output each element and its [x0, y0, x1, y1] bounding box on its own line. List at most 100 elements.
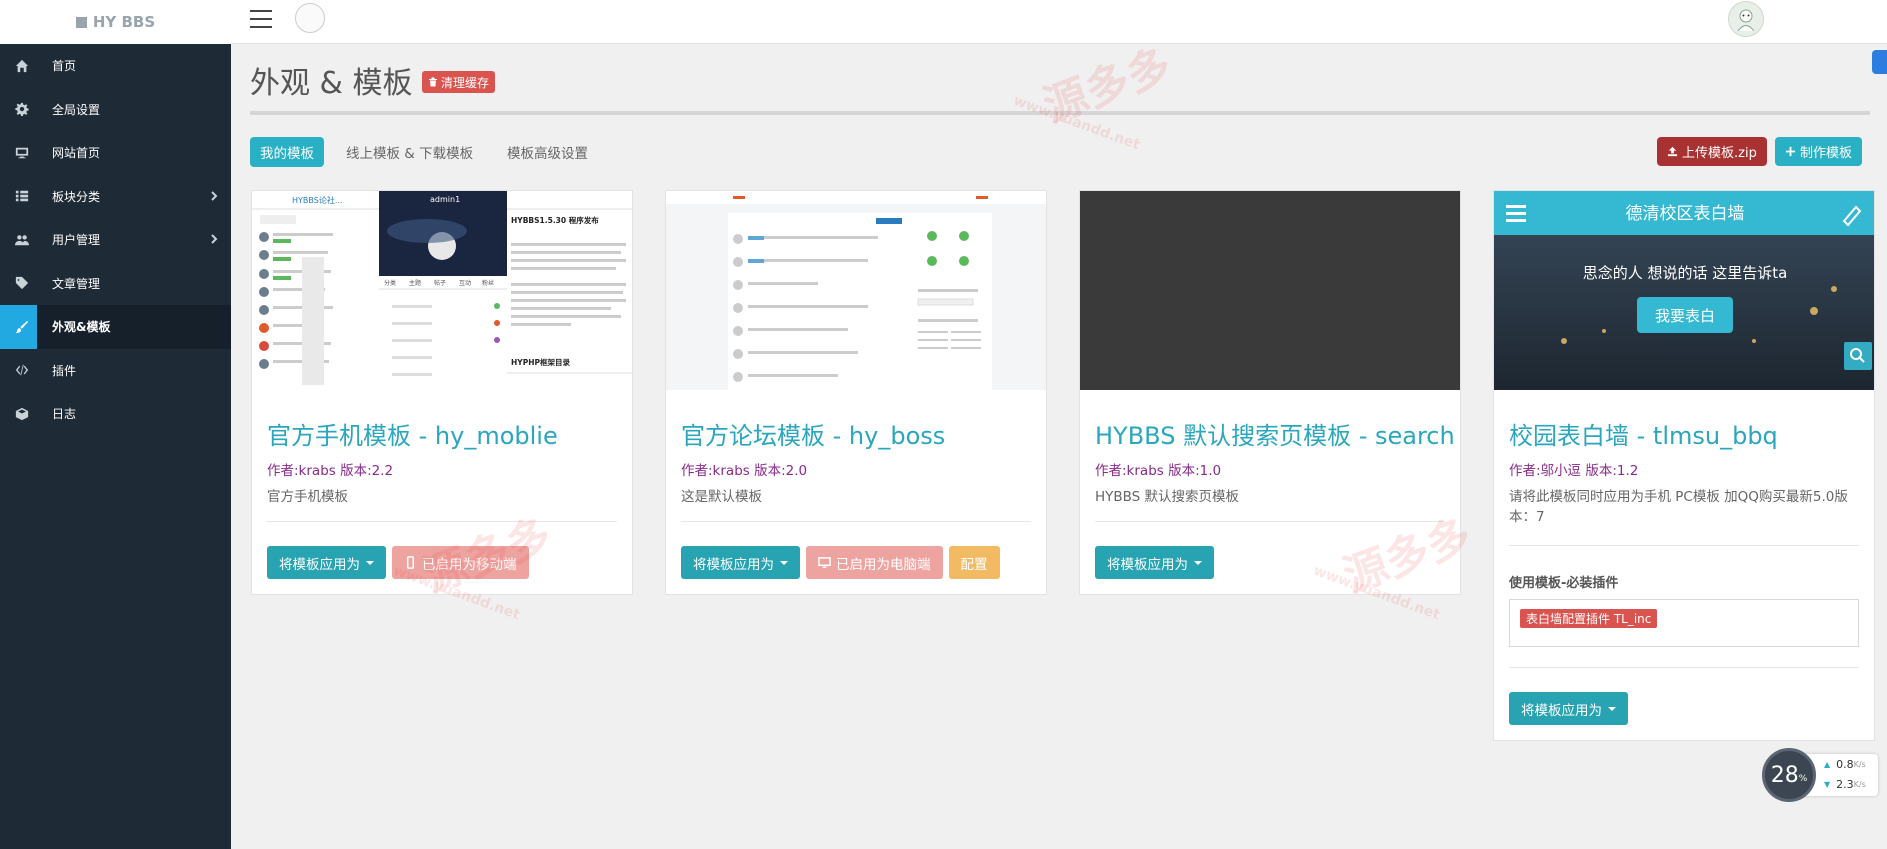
upload-arrow-icon: ▲ — [1824, 759, 1831, 769]
divider — [1509, 545, 1859, 546]
enabled-desktop-badge[interactable]: 已启用为电脑端 — [806, 546, 943, 579]
template-title[interactable]: 官方手机模板 - hy_moblie — [267, 416, 617, 451]
sidebar-item-label: 网站首页 — [52, 146, 101, 161]
chevron-right-icon — [209, 190, 221, 202]
template-card: 官方论坛模板 - hy_boss 作者:krabs 版本:2.0 这是默认模板 … — [665, 190, 1047, 595]
apply-template-dropdown[interactable]: 将模板应用为 — [267, 546, 386, 579]
enabled-mobile-badge[interactable]: 已启用为移动端 — [392, 546, 529, 579]
gear-icon — [12, 102, 32, 117]
plus-icon — [1785, 146, 1796, 157]
home-icon — [12, 59, 32, 73]
caret-down-icon — [1194, 560, 1202, 565]
sidebar-item-categories[interactable]: 板块分类 — [0, 175, 231, 219]
sidebar-item-appearance[interactable]: 外观&模板 — [0, 305, 231, 349]
template-title[interactable]: HYBBS 默认搜索页模板 - search — [1095, 416, 1455, 451]
side-float-button[interactable] — [1872, 50, 1887, 74]
sidebar-item-site-home[interactable]: 网站首页 — [0, 131, 231, 175]
sidebar-item-home[interactable]: 首页 — [0, 44, 231, 88]
apply-template-label: 将模板应用为 — [693, 556, 774, 573]
divider — [250, 111, 1870, 115]
thumb-mobile-tab: 帖子 — [434, 279, 446, 287]
download-speed: 2.3 — [1836, 777, 1854, 791]
page-title: 外观 & 模板 — [250, 66, 413, 101]
sidebar: 首页 全局设置 网站首页 板块分类 用户管理 文章管理 外观&模板 插件 日志 — [0, 44, 231, 849]
desktop-icon — [818, 557, 831, 568]
sidebar-item-articles[interactable]: 文章管理 — [0, 262, 231, 306]
template-card: 德清校区表白墙 思念的人 想说的话 这里告诉ta 我要表白 校园表白墙 - tl… — [1493, 190, 1875, 741]
sidebar-item-global-settings[interactable]: 全局设置 — [0, 88, 231, 132]
thumb-mobile-tab: 粉丝 — [482, 279, 494, 287]
menu-toggle-icon[interactable] — [250, 8, 272, 30]
users-icon — [12, 233, 32, 247]
sidebar-item-users[interactable]: 用户管理 — [0, 218, 231, 262]
template-preview-image — [666, 191, 1046, 390]
template-description: HYBBS 默认搜索页模板 — [1095, 489, 1240, 505]
template-title[interactable]: 官方论坛模板 - hy_boss — [681, 416, 1031, 451]
chevron-right-icon — [209, 233, 221, 245]
template-card: HYBBS论社... admin1 分类 主题 帖子 互动 粉丝 HYBBS1.… — [251, 190, 633, 595]
caret-down-icon — [366, 560, 374, 565]
cube-icon — [12, 407, 32, 421]
config-button[interactable]: 配置 — [948, 546, 1000, 579]
plugin-tag[interactable]: 表白墙配置插件 TL_inc — [1520, 609, 1658, 628]
top-circle-button[interactable] — [295, 3, 325, 33]
required-plugins-box: 表白墙配置插件 TL_inc — [1509, 599, 1859, 647]
sidebar-item-label: 日志 — [52, 407, 77, 422]
caret-down-icon — [780, 560, 788, 565]
watermark-url: www.yuandd.net — [1011, 92, 1142, 154]
apply-template-label: 将模板应用为 — [1107, 556, 1188, 573]
preview-header: 德清校区表白墙 — [1626, 204, 1745, 224]
tab-my-templates[interactable]: 我的模板 — [250, 137, 324, 167]
make-template-label: 制作模板 — [1800, 146, 1853, 161]
sidebar-item-plugins[interactable]: 插件 — [0, 349, 231, 393]
template-card: HYBBS 默认搜索页模板 - search 作者:krabs 版本:1.0 H… — [1079, 190, 1461, 595]
preview-slogan: 思念的人 想说的话 这里告诉ta — [1583, 264, 1788, 282]
thumb-mobile-post: HYBBS1.5.30 程序发布 — [511, 215, 599, 225]
code-icon — [12, 363, 32, 377]
template-preview-image: 德清校区表白墙 思念的人 想说的话 这里告诉ta 我要表白 — [1494, 191, 1874, 390]
tag-icon — [12, 276, 32, 290]
brush-icon — [12, 320, 32, 334]
sidebar-item-label: 全局设置 — [52, 102, 101, 117]
thumb-mobile-toc: HYPHP框架目录 — [511, 357, 570, 367]
caret-down-icon — [1608, 706, 1616, 711]
apply-template-dropdown[interactable]: 将模板应用为 — [1509, 692, 1628, 725]
sidebar-item-logs[interactable]: 日志 — [0, 392, 231, 436]
speed-percent: 28% — [1762, 748, 1816, 802]
preview-button: 我要表白 — [1655, 307, 1715, 325]
template-description: 请将此模板同时应用为手机 PC模板 加QQ购买最新5.0版本：7 — [1509, 489, 1848, 525]
list-icon — [12, 189, 32, 203]
brand-icon — [75, 16, 87, 28]
template-meta: 作者:krabs 版本:2.2 — [267, 463, 394, 479]
template-meta: 作者:邬小逗 版本:1.2 — [1509, 463, 1639, 479]
apply-template-label: 将模板应用为 — [1521, 702, 1602, 719]
upload-template-button[interactable]: 上传模板.zip — [1657, 137, 1767, 166]
brand-name: HY BBS — [92, 13, 156, 31]
top-bar: HY BBS — [0, 0, 1887, 44]
apply-template-label: 将模板应用为 — [279, 556, 360, 573]
make-template-button[interactable]: 制作模板 — [1775, 137, 1863, 166]
template-title[interactable]: 校园表白墙 - tlmsu_bbq — [1509, 416, 1859, 451]
avatar[interactable] — [1728, 1, 1764, 37]
trash-icon — [429, 77, 437, 87]
tab-advanced-settings[interactable]: 模板高级设置 — [507, 137, 588, 167]
mobile-icon — [406, 556, 415, 569]
sidebar-item-label: 插件 — [52, 363, 77, 378]
upload-icon — [1667, 146, 1678, 157]
network-speed-widget[interactable]: 28% ▲ 0.8 K/s ▼ 2.3 K/s — [1762, 748, 1878, 802]
apply-template-dropdown[interactable]: 将模板应用为 — [1095, 546, 1214, 579]
upload-speed: 0.8 — [1836, 757, 1854, 771]
apply-template-dropdown[interactable]: 将模板应用为 — [681, 546, 800, 579]
thumb-mobile-tab: 分类 — [384, 279, 396, 287]
clear-cache-button[interactable]: 清理缓存 — [422, 71, 496, 93]
thumb-mobile-user: admin1 — [430, 195, 460, 204]
sidebar-item-label: 外观&模板 — [52, 320, 111, 335]
monitor-icon — [12, 146, 32, 160]
enabled-mobile-label: 已启用为移动端 — [422, 556, 517, 573]
required-plugins-label: 使用模板-必装插件 — [1509, 576, 1619, 591]
template-meta: 作者:krabs 版本:2.0 — [681, 463, 808, 479]
thumb-mobile-title: HYBBS论社... — [292, 195, 342, 205]
template-description: 官方手机模板 — [267, 489, 348, 505]
tab-online-templates[interactable]: 线上模板 & 下载模板 — [346, 137, 473, 167]
brand-logo[interactable]: HY BBS — [0, 0, 231, 44]
